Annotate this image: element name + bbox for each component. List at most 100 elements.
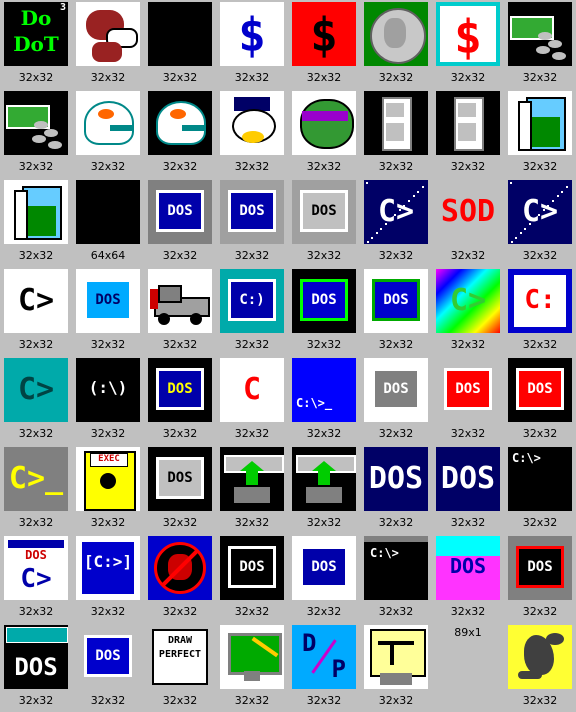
icon-cell[interactable]: DOS 32x32 [432, 356, 504, 445]
terminal-black-icon[interactable]: C:\> [508, 447, 572, 511]
icon-cell[interactable]: 32x32 [144, 0, 216, 89]
terminal-window-icon[interactable]: C:\> [364, 536, 428, 600]
prompt-white-icon[interactable]: C> [4, 269, 68, 333]
icon-cell[interactable]: DOS 32x32 [0, 623, 72, 712]
black-large-icon[interactable] [76, 180, 140, 244]
drive-arrow-2-icon[interactable] [292, 447, 356, 511]
icon-cell[interactable]: C>_ 32x32 [0, 445, 72, 534]
door-closed-icon[interactable] [364, 91, 428, 155]
paint-monitor-icon[interactable] [220, 625, 284, 689]
icon-cell[interactable]: DOS 32x32 [216, 178, 288, 267]
dos-navy-2-icon[interactable]: DOS [436, 447, 500, 511]
icon-cell[interactable]: DOS 32x32 [72, 267, 144, 356]
icon-cell[interactable]: 32x32 [72, 0, 144, 89]
coin-icon[interactable] [364, 2, 428, 66]
icon-cell[interactable]: DOS 32x32 [216, 534, 288, 623]
dos-screen-icon[interactable]: DOS [508, 536, 572, 600]
dos-cyan-icon[interactable]: DOS [76, 269, 140, 333]
icon-cell[interactable]: C:) 32x32 [216, 267, 288, 356]
dos-red-black-icon[interactable]: DOS [508, 358, 572, 422]
door-open-2-icon[interactable] [4, 180, 68, 244]
icon-cell[interactable]: C> 32x32 [360, 178, 432, 267]
icon-cell[interactable]: DOS 32x32 [432, 445, 504, 534]
helmet-outline-icon[interactable] [76, 91, 140, 155]
dos-mirrored-icon[interactable]: SOD [436, 180, 500, 244]
no-apple-icon[interactable] [148, 536, 212, 600]
prompt-yellow-icon[interactable]: C>_ [4, 447, 68, 511]
prompt-bracket-icon[interactable]: [C:>] [76, 536, 140, 600]
dos-monitor-icon[interactable]: DOS [148, 180, 212, 244]
drafting-icon[interactable] [364, 625, 428, 689]
icon-cell[interactable]: DOS 32x32 [144, 356, 216, 445]
icon-cell[interactable]: 32x32 [144, 89, 216, 178]
icon-cell[interactable]: $32x32 [288, 0, 360, 89]
icon-cell[interactable]: DOS 32x32 [504, 534, 576, 623]
icon-cell[interactable]: DOS 32x32 [504, 356, 576, 445]
icon-cell[interactable]: 32x32 [288, 89, 360, 178]
dos-navy-icon[interactable]: DOS [364, 447, 428, 511]
icon-cell[interactable]: $32x32 [432, 0, 504, 89]
door-open-icon[interactable] [508, 91, 572, 155]
icon-cell[interactable]: DOS 32x32 [360, 267, 432, 356]
dos-red-icon[interactable]: DOS [436, 358, 500, 422]
dos-big-icon[interactable]: DOS [4, 625, 68, 689]
icon-cell[interactable]: 32x32 [504, 623, 576, 712]
helmet-icon[interactable] [148, 91, 212, 155]
dos-prompt-window-icon[interactable]: DOS C> [4, 536, 68, 600]
exec-disk-icon[interactable]: EXEC [76, 447, 140, 511]
icon-cell[interactable]: C> 32x32 [504, 178, 576, 267]
icon-cell[interactable]: 32x32 [0, 89, 72, 178]
icon-cell[interactable]: 32x32 [0, 178, 72, 267]
dos-green-frame-2-icon[interactable]: DOS [364, 269, 428, 333]
icon-cell[interactable]: 32x32 [432, 89, 504, 178]
icon-cell[interactable]: DOS 32x32 [144, 445, 216, 534]
icon-cell[interactable]: DOS 32x32 [288, 178, 360, 267]
icon-cell[interactable]: 32x32 [216, 89, 288, 178]
dollar-red-icon[interactable]: $ [292, 2, 356, 66]
icon-cell[interactable]: C:\>_ 32x32 [288, 356, 360, 445]
icon-cell[interactable]: 32x32 [144, 267, 216, 356]
icon-cell[interactable]: 32x32 [360, 89, 432, 178]
dollar-blue-icon[interactable]: $ [220, 2, 284, 66]
icon-cell[interactable]: 89x1 [432, 623, 504, 712]
dos-magenta-icon[interactable]: DOS [436, 536, 500, 600]
icon-cell[interactable]: (:\) 32x32 [72, 356, 144, 445]
icon-cell[interactable]: C> 32x32 [432, 267, 504, 356]
icon-cell[interactable]: 32x32 [288, 445, 360, 534]
icon-cell[interactable]: C 32x32 [216, 356, 288, 445]
icon-cell[interactable]: C:\> 32x32 [504, 445, 576, 534]
dp-icon[interactable]: DP [292, 625, 356, 689]
draw-perfect-icon[interactable]: DRAW PERFECT [148, 625, 212, 689]
icon-cell[interactable]: 64x64 [72, 178, 144, 267]
duck-icon[interactable] [220, 91, 284, 155]
icon-cell[interactable]: DOS 32x32 [288, 534, 360, 623]
icon-cell[interactable]: 32x32 [216, 623, 288, 712]
black-icon[interactable] [148, 2, 212, 66]
dos-pencil-icon[interactable]: DOS [148, 447, 212, 511]
prompt-backslash-icon[interactable]: (:\) [76, 358, 140, 422]
dragon-icon[interactable] [508, 625, 572, 689]
tow-truck-icon[interactable] [148, 269, 212, 333]
red-c-icon[interactable]: C [220, 358, 284, 422]
dos-blue-button-icon[interactable]: DOS [76, 625, 140, 689]
icon-cell[interactable]: DOS 32x32 [144, 178, 216, 267]
dos-green-frame-icon[interactable]: DOS [292, 269, 356, 333]
prompt-teal-icon[interactable]: C> [4, 358, 68, 422]
prompt-rainbow-icon[interactable]: C> [436, 269, 500, 333]
icon-cell[interactable]: DOS 32x32 [360, 445, 432, 534]
dos-bold-white-icon[interactable]: DOS [220, 536, 284, 600]
icon-cell[interactable]: EXEC 32x32 [72, 445, 144, 534]
icon-cell[interactable]: DOS 32x32 [360, 356, 432, 445]
prompt-blue-icon[interactable]: C:\>_ [292, 358, 356, 422]
do-dot-icon[interactable]: Do DoT 3 [4, 2, 68, 66]
icon-cell[interactable]: SOD 32x32 [432, 178, 504, 267]
icon-cell[interactable]: DOS 32x32 [72, 623, 144, 712]
icon-cell[interactable]: DOS C> 32x32 [0, 534, 72, 623]
prompt-starfield-2-icon[interactable]: C> [508, 180, 572, 244]
prompt-red-colon-icon[interactable]: C: [508, 269, 572, 333]
icon-cell[interactable]: C: 32x32 [504, 267, 576, 356]
dollar-outline-icon[interactable]: $ [436, 2, 500, 66]
dos-gray-icon[interactable]: DOS [292, 180, 356, 244]
icon-cell[interactable]: C:\> 32x32 [360, 534, 432, 623]
drive-arrow-icon[interactable] [220, 447, 284, 511]
